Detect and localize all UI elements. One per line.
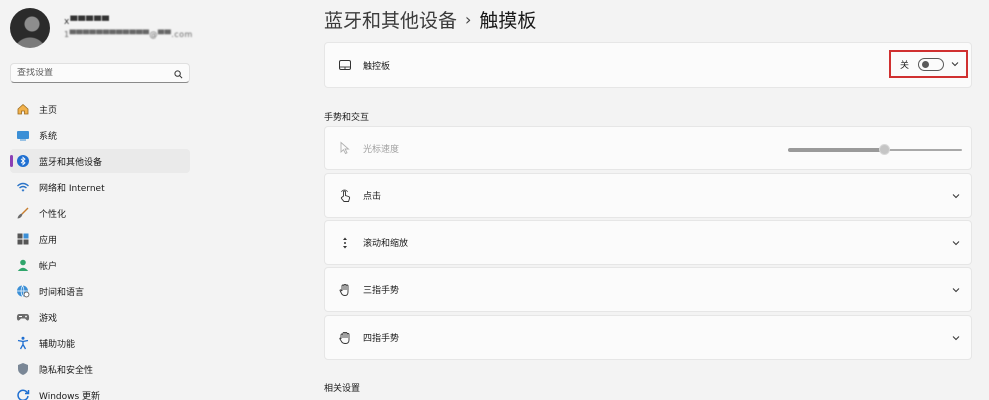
- settings-window: x▀▀▀▀▀ 1▀▀▀▀▀▀▀▀▀▀▀▀@▀▀.com 主页 系统: [0, 0, 989, 400]
- tap-card[interactable]: 点击: [324, 173, 972, 218]
- touchpad-label: 触控板: [363, 61, 391, 72]
- sidebar-item-label: 辅助功能: [39, 339, 76, 350]
- touchpad-card[interactable]: 触控板 关: [324, 42, 972, 88]
- chevron-down-icon[interactable]: [951, 191, 961, 201]
- user-profile[interactable]: x▀▀▀▀▀ 1▀▀▀▀▀▀▀▀▀▀▀▀@▀▀.com: [10, 8, 193, 48]
- sidebar-item-personalization[interactable]: 个性化: [10, 201, 190, 225]
- slider-fill: [788, 148, 884, 152]
- cursor-speed-label: 光标速度: [363, 144, 400, 155]
- section-gestures-title: 手势和交互: [324, 113, 370, 123]
- chevron-down-icon[interactable]: [950, 59, 960, 69]
- three-finger-card[interactable]: 三指手势: [324, 267, 972, 312]
- sidebar-item-label: 游戏: [39, 313, 58, 324]
- card-label: 三指手势: [363, 286, 400, 296]
- sidebar-item-privacy[interactable]: 隐私和安全性: [10, 357, 190, 381]
- sidebar-item-label: 蓝牙和其他设备: [39, 157, 103, 168]
- search-box[interactable]: [10, 63, 190, 83]
- sidebar-item-accessibility[interactable]: 辅助功能: [10, 331, 190, 355]
- three-finger-icon: [338, 283, 352, 297]
- sidebar-item-label: 系统: [39, 131, 58, 142]
- chevron-right-icon: ›: [465, 10, 472, 29]
- breadcrumb: 蓝牙和其他设备 › 触摸板: [324, 6, 536, 33]
- sidebar-item-label: 隐私和安全性: [39, 365, 94, 376]
- home-icon: [16, 102, 30, 116]
- page-title: 触摸板: [479, 10, 537, 32]
- touchpad-toggle[interactable]: [918, 57, 945, 71]
- chevron-down-icon[interactable]: [951, 238, 961, 248]
- sidebar-item-label: 个性化: [39, 209, 67, 220]
- globe-clock-icon: [16, 284, 30, 298]
- touchpad-toggle-highlight: 关: [889, 50, 968, 78]
- search-icon[interactable]: [174, 64, 183, 83]
- monitor-icon: [16, 128, 30, 142]
- sidebar-item-home[interactable]: 主页: [10, 97, 190, 121]
- user-name: x▀▀▀▀▀: [64, 17, 110, 27]
- four-finger-icon: [338, 331, 352, 345]
- sidebar-item-gaming[interactable]: 游戏: [10, 305, 190, 329]
- sidebar-item-label: 主页: [39, 105, 58, 116]
- toggle-knob: [922, 60, 930, 68]
- sidebar-item-windows-update[interactable]: Windows 更新: [10, 383, 190, 400]
- touchpad-icon: [338, 58, 352, 72]
- search-input[interactable]: [17, 68, 174, 78]
- breadcrumb-parent[interactable]: 蓝牙和其他设备: [324, 6, 457, 33]
- scroll-icon: [338, 236, 352, 250]
- sidebar-item-bluetooth[interactable]: 蓝牙和其他设备: [10, 149, 190, 173]
- apps-icon: [16, 232, 30, 246]
- card-label: 滚动和缩放: [363, 239, 409, 249]
- toggle-state-text: 关: [900, 60, 910, 71]
- chevron-down-icon[interactable]: [951, 285, 961, 295]
- sidebar-item-accounts[interactable]: 帐户: [10, 253, 190, 277]
- person-icon: [16, 258, 30, 272]
- four-finger-card[interactable]: 四指手势: [324, 315, 972, 360]
- sidebar-item-label: 帐户: [39, 261, 58, 272]
- brush-icon: [16, 206, 30, 220]
- chevron-down-icon[interactable]: [951, 333, 961, 343]
- user-email: 1▀▀▀▀▀▀▀▀▀▀▀▀@▀▀.com: [64, 30, 193, 39]
- sidebar-item-label: Windows 更新: [39, 391, 101, 400]
- card-label: 点击: [363, 192, 382, 202]
- cursor-speed-slider[interactable]: [788, 144, 962, 155]
- scroll-zoom-card[interactable]: 滚动和缩放: [324, 220, 972, 265]
- sidebar-item-label: 应用: [39, 235, 58, 246]
- sidebar-item-apps[interactable]: 应用: [10, 227, 190, 251]
- wifi-icon: [16, 180, 30, 194]
- cursor-speed-card: 光标速度: [324, 126, 972, 170]
- nav-list: 主页 系统 蓝牙和其他设备 网络和 Internet 个性化 应用 帐户 时间和…: [10, 97, 190, 400]
- sidebar-item-label: 时间和语言: [39, 287, 85, 298]
- shield-icon: [16, 362, 30, 376]
- tap-icon: [338, 189, 352, 203]
- card-label: 四指手势: [363, 334, 400, 344]
- accessibility-icon: [16, 336, 30, 350]
- sidebar-item-label: 网络和 Internet: [39, 183, 105, 194]
- avatar[interactable]: [10, 8, 50, 48]
- cursor-icon: [338, 141, 352, 155]
- sidebar-item-time-language[interactable]: 时间和语言: [10, 279, 190, 303]
- slider-thumb[interactable]: [878, 144, 890, 155]
- section-related-title: 相关设置: [324, 384, 361, 394]
- sidebar: x▀▀▀▀▀ 1▀▀▀▀▀▀▀▀▀▀▀▀@▀▀.com 主页 系统: [0, 0, 200, 400]
- sidebar-item-system[interactable]: 系统: [10, 123, 190, 147]
- bluetooth-icon: [16, 154, 30, 168]
- update-icon: [16, 388, 30, 400]
- gamepad-icon: [16, 310, 30, 324]
- sidebar-item-network[interactable]: 网络和 Internet: [10, 175, 190, 199]
